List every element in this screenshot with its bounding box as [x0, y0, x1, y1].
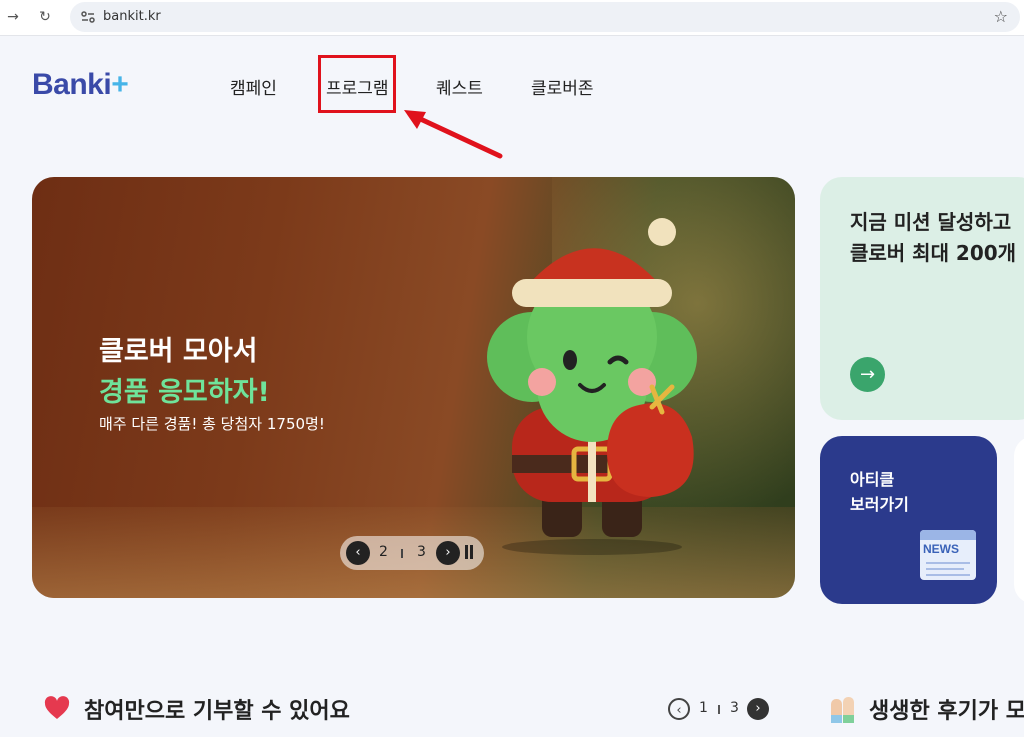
reload-icon[interactable]: ↻ [36, 8, 54, 26]
news-line [926, 568, 964, 570]
menu-campaign[interactable]: 캠페인 [230, 74, 277, 99]
donate-current: 1 [699, 700, 708, 716]
menu-quest[interactable]: 퀘스트 [436, 74, 483, 99]
clapping-hands-icon [831, 697, 854, 723]
pager-divider [401, 549, 403, 558]
pager-divider [718, 705, 720, 714]
address-bar[interactable]: bankit.kr ☆ [70, 2, 1020, 32]
news-icon: NEWS [920, 530, 976, 580]
article-line1: 아티클 [850, 470, 895, 489]
prev-slide-button[interactable]: ‹ [346, 541, 370, 565]
next-button[interactable]: › [747, 698, 769, 720]
heart-icon [44, 696, 70, 719]
hero-title-line2: 경품 응모하자! [99, 377, 270, 408]
article-card[interactable]: 아티클 보러가기 NEWS [820, 436, 997, 604]
browser-toolbar: → ↻ bankit.kr ☆ [0, 0, 1024, 36]
hero-title-line1: 클로버 모아서 [99, 336, 258, 367]
promo-line1: 지금 미션 달성하고 [850, 210, 1012, 234]
total-slides: 3 [417, 544, 426, 560]
review-section-title: 생생한 후기가 모 [869, 699, 1024, 724]
bankit-logo[interactable]: Banki+ [32, 68, 129, 102]
mission-promo-card[interactable]: 지금 미션 달성하고 클로버 최대 200개 받 → [820, 177, 1024, 420]
site-header: Banki+ 캠페인 프로그램 퀘스트 클로버존 [0, 36, 1024, 136]
pause-icon[interactable] [464, 545, 474, 561]
donate-total: 3 [730, 700, 739, 716]
donate-pager: ‹ 1 3 › [668, 698, 770, 720]
highlight-box [318, 55, 396, 113]
back-arrow-icon[interactable]: → [4, 8, 22, 26]
promo-text: 지금 미션 달성하고 클로버 최대 200개 받 [850, 207, 1024, 269]
next-card-peek[interactable] [1014, 436, 1024, 604]
menu-clover-zone[interactable]: 클로버존 [531, 74, 594, 99]
hero-banner[interactable]: 클로버 모아서 경품 응모하자! 매주 다른 경품! 총 당첨자 1750명! … [32, 177, 795, 598]
news-icon-bar [920, 530, 976, 540]
news-line [926, 562, 970, 564]
news-line [926, 574, 970, 576]
hero-pager: ‹ 2 3 › [340, 536, 484, 570]
bookmark-star-icon[interactable]: ☆ [994, 7, 1008, 26]
annotation-arrow [404, 110, 503, 159]
hero-subtitle: 매주 다른 경품! 총 당첨자 1750명! [99, 415, 325, 433]
article-text: 아티클 보러가기 [850, 467, 909, 517]
donate-section-title: 참여만으로 기부할 수 있어요 [84, 699, 350, 724]
prev-button[interactable]: ‹ [668, 698, 690, 720]
current-slide: 2 [379, 544, 388, 560]
arrow-right-icon[interactable]: → [850, 357, 885, 392]
article-line2: 보러가기 [850, 495, 909, 514]
next-slide-button[interactable]: › [436, 541, 460, 565]
promo-line2: 클로버 최대 200개 받 [850, 241, 1024, 265]
news-icon-label: NEWS [923, 542, 959, 556]
site-settings-icon[interactable] [80, 9, 96, 25]
url-text[interactable]: bankit.kr [103, 9, 161, 24]
clover-santa-mascot [487, 218, 697, 555]
logo-text: Banki [32, 68, 112, 101]
logo-accent: + [111, 68, 129, 101]
